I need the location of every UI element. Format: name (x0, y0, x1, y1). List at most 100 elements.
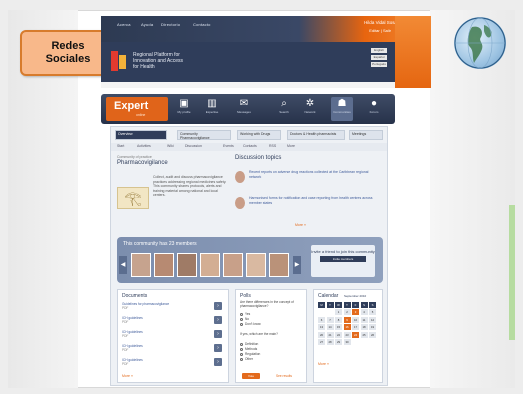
document-row[interactable]: ICH guidelines PDF › (122, 316, 222, 326)
poll-option[interactable]: Methods (240, 347, 302, 351)
toolbar-communities[interactable]: ☗ Communities (331, 97, 353, 121)
download-icon[interactable]: › (214, 330, 222, 338)
checkbox[interactable] (240, 352, 243, 356)
tab-meetings[interactable]: Meetings (349, 130, 383, 140)
poll-option[interactable]: No (240, 317, 302, 321)
language-button[interactable]: Português (371, 62, 387, 67)
subtab[interactable]: Discussion (185, 144, 202, 148)
calendar-day[interactable]: 19 (369, 324, 376, 330)
member-avatar[interactable] (246, 253, 266, 277)
calendar-day[interactable]: 29 (335, 339, 342, 345)
topnav-item[interactable]: Ayuda (141, 22, 153, 27)
calendar-day[interactable]: 7 (326, 316, 334, 323)
vote-button[interactable]: Vote (242, 373, 260, 379)
more-link[interactable]: More » (122, 374, 133, 378)
member-avatar[interactable] (269, 253, 289, 277)
download-icon[interactable]: › (214, 302, 222, 310)
calendar-day[interactable]: 16 (343, 324, 351, 330)
tab-doctors[interactable]: Doctors & Health pharmacists (287, 130, 345, 140)
calendar-day[interactable]: 2 (343, 309, 351, 315)
poll-option[interactable]: Other (240, 357, 302, 361)
language-button[interactable]: English (371, 48, 387, 53)
download-icon[interactable]: › (214, 316, 222, 324)
checkbox[interactable] (240, 342, 243, 346)
member-avatar[interactable] (200, 253, 220, 277)
calendar-day[interactable]: 21 (326, 331, 334, 338)
document-row[interactable]: ICH guidelines PDF › (122, 358, 222, 368)
member-avatar[interactable] (131, 253, 151, 277)
calendar-day[interactable]: 20 (318, 331, 325, 338)
member-avatar[interactable] (177, 253, 197, 277)
post-text[interactable]: Harmonised forms for notification and ca… (249, 196, 379, 205)
member-avatar[interactable] (154, 253, 174, 277)
calendar-day[interactable]: 6 (318, 316, 325, 323)
expert-logo[interactable]: Expert online (106, 97, 168, 121)
subtab[interactable]: Activities (137, 144, 151, 148)
poll-option[interactable]: Yes (240, 312, 302, 316)
topnav-item[interactable]: Directorio (161, 22, 180, 27)
member-avatar[interactable] (223, 253, 243, 277)
calendar-day[interactable]: 28 (326, 339, 334, 345)
topnav-item[interactable]: Acerca (117, 22, 131, 27)
download-icon[interactable]: › (214, 358, 222, 366)
next-arrow-icon[interactable]: ▶ (293, 256, 301, 274)
subtab[interactable]: Events (223, 144, 234, 148)
discussion-post[interactable]: Recent reports on adverse drug reactions… (235, 169, 383, 189)
checkbox[interactable] (240, 347, 243, 351)
post-text[interactable]: Recent reports on adverse drug reactions… (249, 170, 379, 179)
document-row[interactable]: ICH guidelines PDF › (122, 330, 222, 340)
calendar-day[interactable]: 5 (369, 309, 376, 315)
topnav-item[interactable]: Contacto (193, 22, 211, 27)
toolbar-my-profile[interactable]: ▣ My profile (173, 97, 195, 121)
calendar-day[interactable]: 8 (335, 316, 342, 323)
calendar-day[interactable]: 12 (369, 316, 376, 323)
radio-button[interactable] (240, 312, 243, 316)
calendar-day[interactable]: 18 (360, 324, 368, 330)
more-link[interactable]: More » (295, 223, 306, 227)
calendar-day[interactable]: 3 (352, 309, 359, 315)
calendar-day[interactable]: 23 (343, 331, 351, 338)
calendar-day[interactable]: 26 (369, 331, 376, 338)
calendar-day[interactable]: 22 (335, 331, 342, 338)
calendar-day[interactable]: 4 (360, 309, 368, 315)
calendar-day[interactable]: 9 (343, 316, 351, 323)
tab-community[interactable]: Community Pharmacovigilance (177, 130, 231, 140)
calendar-day[interactable]: 30 (343, 339, 351, 345)
subtab[interactable]: Start (117, 144, 124, 148)
calendar-day[interactable]: 27 (318, 339, 325, 345)
more-link[interactable]: More » (318, 362, 329, 366)
poll-option[interactable]: Definition (240, 342, 302, 346)
calendar-day[interactable]: 17 (352, 324, 359, 330)
poll-option[interactable]: Regulation (240, 352, 302, 356)
language-button[interactable]: Español (371, 55, 387, 60)
toolbar-messages[interactable]: ✉ Messages (233, 97, 255, 121)
invite-button[interactable]: Invite members (320, 256, 366, 262)
subtab[interactable]: More (287, 144, 295, 148)
calendar-day[interactable]: 10 (352, 316, 359, 323)
calendar-day[interactable]: 24 (352, 331, 359, 338)
calendar-day[interactable]: 25 (360, 331, 368, 338)
prev-arrow-icon[interactable]: ◀ (119, 256, 127, 274)
toolbar-search[interactable]: ⌕ Search (273, 97, 295, 121)
results-link[interactable]: See results (276, 374, 292, 378)
calendar-day[interactable]: 1 (335, 309, 342, 315)
user-links[interactable]: Editar | Salir (369, 28, 391, 33)
document-title[interactable]: Guidelines for pharmacovigilance (122, 302, 169, 306)
radio-button[interactable] (240, 317, 243, 321)
calendar-day[interactable]: 14 (326, 324, 334, 330)
calendar-day[interactable]: 15 (335, 324, 342, 330)
tab-working[interactable]: Working with Drugs (237, 130, 281, 140)
download-icon[interactable]: › (214, 344, 222, 352)
toolbar-forum[interactable]: ● Forum (363, 97, 385, 121)
tab-overview[interactable]: Overview (115, 130, 167, 140)
subtab[interactable]: Contacts (243, 144, 257, 148)
toolbar-network[interactable]: ✲ Network (299, 97, 321, 121)
document-row[interactable]: Guidelines for pharmacovigilance PDF › (122, 302, 222, 312)
checkbox[interactable] (240, 357, 243, 361)
subtab[interactable]: RSS (269, 144, 276, 148)
toolbar-expertise[interactable]: ▥ Expertise (201, 97, 223, 121)
poll-option[interactable]: Don't know (240, 322, 302, 326)
radio-button[interactable] (240, 322, 243, 326)
document-row[interactable]: ICH guidelines PDF › (122, 344, 222, 354)
discussion-post[interactable]: Harmonised forms for notification and ca… (235, 195, 383, 215)
